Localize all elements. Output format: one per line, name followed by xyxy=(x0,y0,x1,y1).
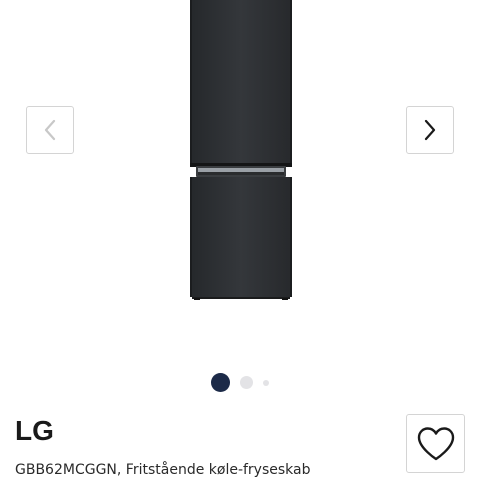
chevron-left-icon xyxy=(44,119,56,141)
product-brand: LG xyxy=(15,415,54,446)
product-title[interactable]: GBB62MCGGN, Fritstående køle-fryseskab xyxy=(15,461,311,479)
pagination-dot[interactable] xyxy=(240,376,253,389)
pagination-dot[interactable] xyxy=(263,380,269,386)
chevron-right-icon xyxy=(424,119,436,141)
product-image-gallery xyxy=(0,0,480,400)
pagination-dot-active[interactable] xyxy=(211,373,230,392)
add-to-favorites-button[interactable] xyxy=(406,414,465,473)
gallery-pagination xyxy=(0,373,480,393)
next-image-button[interactable] xyxy=(406,106,454,154)
heart-icon xyxy=(417,426,454,460)
product-image[interactable] xyxy=(190,0,292,300)
previous-image-button[interactable] xyxy=(26,106,74,154)
fridge-illustration xyxy=(190,0,292,300)
